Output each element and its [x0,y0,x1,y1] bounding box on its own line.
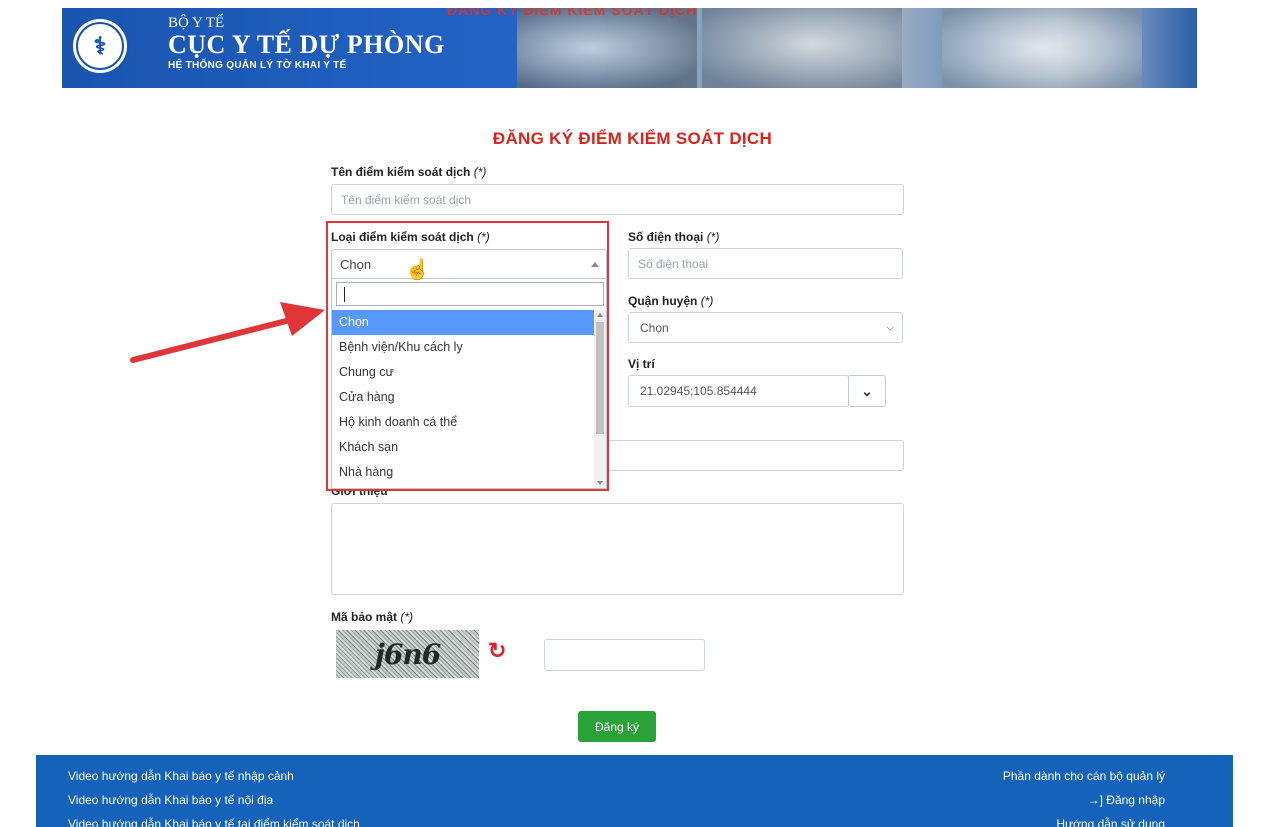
footer-link[interactable]: Video hướng dẫn Khai báo y tế nội địa [68,793,273,807]
department-name: CỤC Y TẾ DỰ PHÒNG [168,30,445,59]
location-input[interactable]: 21.02945;105.854444 [628,375,849,407]
footer-admin-title: Phần dành cho cán bộ quản lý [1002,769,1165,783]
banner-photo [702,8,902,88]
address-input[interactable] [607,440,904,471]
name-input[interactable]: Tên điểm kiểm soát dịch [331,184,904,215]
arrow-shaft [130,317,293,363]
system-name: HỆ THỐNG QUẢN LÝ TỜ KHAI Y TẾ [168,60,347,71]
intro-textarea[interactable] [331,503,904,595]
location-toggle-button[interactable]: ⌄ [848,375,886,407]
phone-input[interactable]: Số điện thoại [628,248,903,279]
footer-link[interactable]: Video hướng dẫn Khai báo y tế nhập cảnh [68,769,294,783]
phone-label: Số điện thoại (*) [628,230,720,244]
caduceus-icon: ⚕ [76,22,124,70]
district-select[interactable]: Chọn ⌵ [628,312,903,343]
footer: Video hướng dẫn Khai báo y tế nhập cảnh … [36,755,1233,827]
ministry-logo[interactable]: ⚕ [70,16,130,76]
arrow-head [280,302,325,336]
captcha-image: j6n6 [336,630,479,678]
chevron-down-icon: ⌵ [886,322,894,333]
header-banner: ĐĂNG KÝ ĐIỂM KIỂM SOÁT DỊCH ⚕ BỘ Y TẾ CỤ… [62,8,1197,88]
submit-button[interactable]: Đăng ký [578,711,656,742]
sign-in-icon: →] [1087,793,1103,807]
annotation-highlight-box [326,221,609,491]
page-title: ĐĂNG KÝ ĐIỂM KIỂM SOÁT DỊCH [492,129,773,148]
login-link[interactable]: →] Đăng nhập [1088,793,1165,807]
banner-photo [942,8,1142,88]
captcha-label: Mã bảo mật (*) [331,610,414,624]
banner-overlay-text: ĐĂNG KÝ ĐIỂM KIỂM SOÁT DỊCH [447,8,698,18]
banner-photo [517,8,697,88]
location-label: Vị trí [628,357,655,371]
refresh-icon[interactable]: ↻ [488,638,506,664]
captcha-input[interactable] [544,639,705,671]
brand-block: BỘ Y TẾ CỤC Y TẾ DỰ PHÒNG HỆ THỐNG QUẢN … [168,16,445,72]
guide-link[interactable]: Hướng dẫn sử dụng [1056,817,1165,827]
district-label: Quận huyện (*) [628,294,714,308]
annotation-arrow [130,302,325,363]
footer-link[interactable]: Video hướng dẫn Khai báo y tế tại điểm k… [68,817,360,827]
ministry-name: BỘ Y TẾ [168,15,225,31]
chevron-down-icon: ⌄ [861,382,873,399]
hand-pointer-icon: ☝ [405,259,430,281]
name-label: Tên điểm kiểm soát dịch (*) [331,165,487,179]
